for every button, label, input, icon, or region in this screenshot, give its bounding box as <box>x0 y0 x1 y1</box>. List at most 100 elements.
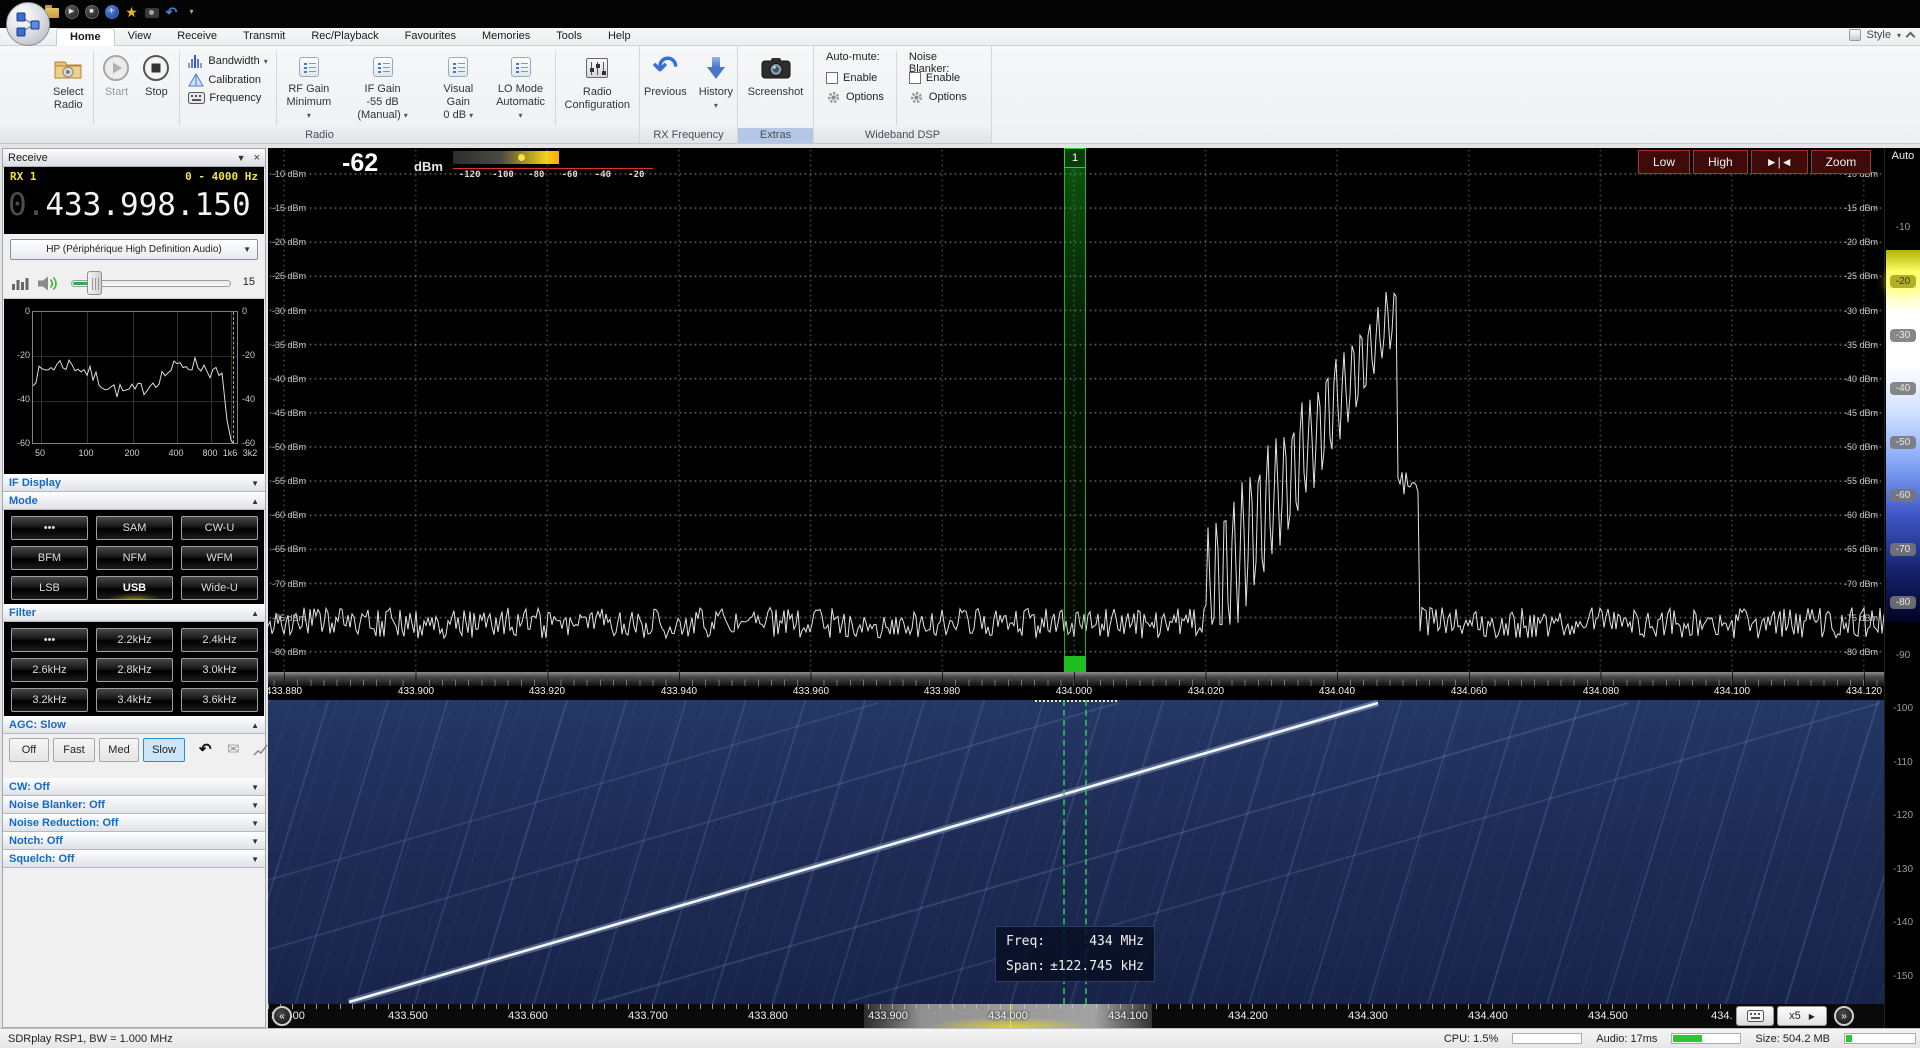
calibration-button[interactable]: Calibration <box>188 73 267 87</box>
mode-cwu-button[interactable]: CW-U <box>181 516 258 540</box>
tab-receive[interactable]: Receive <box>164 28 230 46</box>
waterfall-tooltip: Freq:434 MHz Span:±122.745 kHz <box>995 926 1155 982</box>
tab-home[interactable]: Home <box>56 28 115 46</box>
panel-close-icon[interactable]: × <box>254 152 260 164</box>
mode-lsb-button[interactable]: LSB <box>11 576 88 600</box>
agc-undo-icon[interactable]: ↶ <box>199 740 212 758</box>
radio-configuration-button[interactable]: Radio Configuration <box>560 49 635 125</box>
history-button[interactable]: History ▾ <box>694 49 738 125</box>
toolbar-dropdown-icon[interactable]: ▾ <box>184 4 199 19</box>
center-button[interactable]: ►|◄ <box>1751 150 1808 174</box>
section-if-display[interactable]: IF Display▼ <box>3 474 265 492</box>
amplitude-scale[interactable]: Auto -10 -20 -30 -40 -50 -60 -70 -80 -90… <box>1884 148 1920 1028</box>
navigate-left-button[interactable]: « <box>272 1006 292 1026</box>
agc-slow-button[interactable]: Slow <box>143 738 185 762</box>
spectrum-display[interactable]: -10 dBm-15 dBm-20 dBm-25 dBm-30 dBm-35 d… <box>268 148 1884 700</box>
stop-button[interactable]: Stop <box>137 49 175 125</box>
mode-wfm-button[interactable]: WFM <box>181 546 258 570</box>
section-filter[interactable]: Filter▲ <box>3 604 265 622</box>
section-mode[interactable]: Mode▲ <box>3 492 265 510</box>
style-selector[interactable]: Style <box>1867 29 1891 41</box>
filter-3.0khz-button[interactable]: 3.0kHz <box>181 658 258 682</box>
style-dropdown-icon[interactable]: ▾ <box>1897 31 1901 40</box>
favourite-icon[interactable]: ★ <box>124 4 139 19</box>
frequency-navigator[interactable]: 33.400433.500433.600433.700433.800433.90… <box>268 1004 1884 1028</box>
tab-view[interactable]: View <box>115 28 165 46</box>
audio-spectrum[interactable]: 0-20-40-60 0-20-40-60 501002004008001k63… <box>4 299 264 474</box>
automute-options-button[interactable]: Options <box>826 88 884 106</box>
x-axis-label: 433.960 <box>771 686 851 697</box>
mode-nfm-button[interactable]: NFM <box>96 546 173 570</box>
section-noise-blanker[interactable]: Noise Blanker: Off▼ <box>3 796 265 814</box>
screenshot-button[interactable]: Screenshot <box>743 49 809 125</box>
filter-3.2khz-button[interactable]: 3.2kHz <box>11 688 88 712</box>
noise-blanker-options-button[interactable]: Options <box>909 88 979 106</box>
audio-device-select[interactable]: HP (Périphérique High Definition Audio) … <box>10 239 258 260</box>
select-radio-button[interactable]: Select Radio <box>48 49 89 125</box>
tab-favourites[interactable]: Favourites <box>392 28 469 46</box>
equalizer-icon[interactable] <box>11 275 29 291</box>
filter-2.2khz-button[interactable]: 2.2kHz <box>96 628 173 652</box>
mode-bfm-button[interactable]: BFM <box>11 546 88 570</box>
filter-2.6khz-button[interactable]: 2.6kHz <box>11 658 88 682</box>
navigator-keyboard-button[interactable] <box>1736 1006 1774 1026</box>
size-bar <box>1844 1033 1916 1044</box>
navigate-right-button[interactable]: » <box>1834 1006 1854 1026</box>
filter-3.4khz-button[interactable]: 3.4kHz <box>96 688 173 712</box>
speaker-icon[interactable] <box>37 275 59 292</box>
section-cw[interactable]: CW: Off▼ <box>3 778 265 796</box>
frequency-display[interactable]: RX 1 0 - 4000 Hz 0.433.998.150 <box>4 167 264 234</box>
navigator-zoom-factor[interactable]: x5 ▶ <box>1777 1006 1827 1026</box>
mode-wideu-button[interactable]: Wide-U <box>181 576 258 600</box>
rx-marker-tab[interactable]: 1 <box>1064 148 1086 168</box>
noise-blanker-enable-checkbox[interactable]: Enable <box>909 69 979 87</box>
frequency-digits[interactable]: 0.433.998.150 <box>4 183 264 223</box>
tab-transmit[interactable]: Transmit <box>230 28 298 46</box>
automute-enable-checkbox[interactable]: Enable <box>826 69 884 87</box>
agc-graph-icon[interactable] <box>253 743 269 757</box>
agc-off-button[interactable]: Off <box>9 738 49 762</box>
rf-gain-button[interactable]: RF Gain Minimum ▾ <box>281 49 337 125</box>
agc-envelope-icon[interactable]: ✉ <box>227 740 240 758</box>
section-squelch[interactable]: Squelch: Off▼ <box>3 850 265 868</box>
lo-mode-button[interactable]: LO Mode Automatic ▾ <box>490 49 550 125</box>
tab-rec-playback[interactable]: Rec/Playback <box>298 28 391 46</box>
frequency-ruler[interactable] <box>268 672 1884 686</box>
scale-auto-label[interactable]: Auto <box>1885 150 1920 162</box>
visual-gain-button[interactable]: Visual Gain 0 dB ▾ <box>428 49 488 125</box>
application-button[interactable] <box>6 2 50 46</box>
waterfall-display[interactable]: Freq:434 MHz Span:±122.745 kHz <box>268 700 1884 1004</box>
agc-med-button[interactable]: Med <box>99 738 139 762</box>
rx-marker[interactable]: 1 <box>1064 148 1086 672</box>
mode-dots-button[interactable]: ••• <box>11 516 88 540</box>
start-button[interactable]: Start <box>97 49 135 125</box>
camera-icon[interactable] <box>144 4 159 19</box>
section-noise-reduction[interactable]: Noise Reduction: Off▼ <box>3 814 265 832</box>
mode-sam-button[interactable]: SAM <box>96 516 173 540</box>
zoom-button[interactable]: Zoom <box>1811 150 1872 174</box>
play-icon[interactable]: ▶ <box>64 4 79 19</box>
panel-pin-icon[interactable]: ▼ <box>237 153 246 163</box>
x-axis-label: 434.040 <box>1297 686 1377 697</box>
bandwidth-button[interactable]: Bandwidth ▾ <box>188 54 267 68</box>
tab-memories[interactable]: Memories <box>469 28 543 46</box>
filter-2.4khz-button[interactable]: 2.4kHz <box>181 628 258 652</box>
mode-usb-button[interactable]: USB <box>96 576 173 600</box>
add-icon[interactable]: + <box>104 4 119 19</box>
undo-icon[interactable]: ↶ <box>164 4 179 19</box>
minimize-ribbon-icon[interactable] <box>1906 32 1916 42</box>
tab-help[interactable]: Help <box>595 28 644 46</box>
if-gain-button[interactable]: IF Gain -55 dB (Manual) ▾ <box>339 49 426 125</box>
volume-slider-handle[interactable] <box>87 271 102 295</box>
previous-button[interactable]: ↶ Previous <box>639 49 692 125</box>
agc-fast-button[interactable]: Fast <box>53 738 95 762</box>
high-button[interactable]: High <box>1693 150 1748 174</box>
low-button[interactable]: Low <box>1638 150 1690 174</box>
filter-2.8khz-button[interactable]: 2.8kHz <box>96 658 173 682</box>
section-agc[interactable]: AGC: Slow▲ <box>3 716 265 734</box>
frequency-button[interactable]: Frequency <box>188 92 267 104</box>
section-notch[interactable]: Notch: Off▼ <box>3 832 265 850</box>
filter-dots-button[interactable]: ••• <box>11 628 88 652</box>
stop-icon[interactable]: ■ <box>84 4 99 19</box>
tab-tools[interactable]: Tools <box>543 28 595 46</box>
